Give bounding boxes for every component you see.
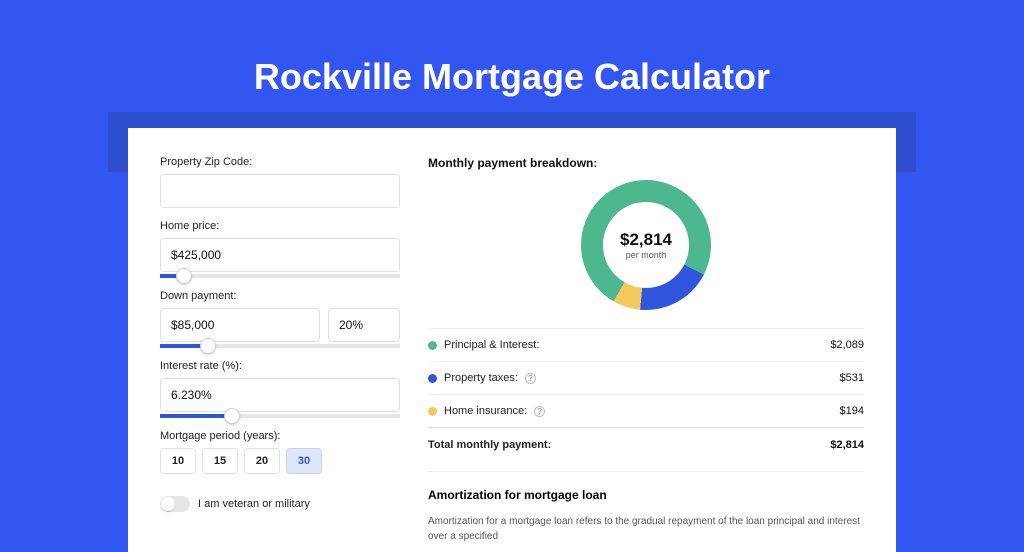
info-icon[interactable]: ? (534, 406, 545, 417)
period-option-15[interactable]: 15 (202, 448, 238, 474)
period-option-10[interactable]: 10 (160, 448, 196, 474)
total-label: Total monthly payment: (428, 439, 551, 451)
principal-label: Principal & Interest: (444, 339, 539, 351)
taxes-value: $531 (840, 372, 864, 384)
amortization-section: Amortization for mortgage loan Amortizat… (428, 471, 864, 544)
amortization-title: Amortization for mortgage loan (428, 488, 864, 502)
down-payment-label: Down payment: (160, 290, 400, 302)
taxes-label: Property taxes: (444, 372, 518, 384)
total-value: $2,814 (830, 439, 864, 451)
zip-label: Property Zip Code: (160, 156, 400, 168)
breakdown-title: Monthly payment breakdown: (428, 156, 864, 170)
insurance-value: $194 (840, 405, 864, 417)
interest-input[interactable] (160, 378, 400, 412)
interest-label: Interest rate (%): (160, 360, 400, 372)
page-title: Rockville Mortgage Calculator (0, 0, 1024, 98)
veteran-label: I am veteran or military (198, 498, 310, 510)
insurance-label: Home insurance: (444, 405, 527, 417)
down-payment-input[interactable] (160, 308, 320, 342)
inputs-panel: Property Zip Code: Home price: Down paym… (160, 156, 400, 544)
legend-dot-taxes (428, 374, 437, 383)
home-price-slider[interactable] (160, 274, 400, 278)
down-payment-slider[interactable] (160, 344, 400, 348)
down-payment-pct-input[interactable] (328, 308, 400, 342)
amortization-body: Amortization for a mortgage loan refers … (428, 514, 864, 544)
legend-dot-insurance (428, 407, 437, 416)
period-label: Mortgage period (years): (160, 430, 400, 442)
home-price-input[interactable] (160, 238, 400, 272)
veteran-toggle[interactable] (160, 496, 190, 512)
results-panel: Monthly payment breakdown: $2,814 per mo… (428, 156, 864, 544)
period-option-20[interactable]: 20 (244, 448, 280, 474)
donut-sublabel: per month (626, 250, 667, 260)
home-price-label: Home price: (160, 220, 400, 232)
calculator-card: Property Zip Code: Home price: Down paym… (128, 128, 896, 552)
legend-dot-principal (428, 341, 437, 350)
zip-input[interactable] (160, 174, 400, 208)
interest-slider[interactable] (160, 414, 400, 418)
payment-donut-chart: $2,814 per month (581, 180, 711, 310)
period-options: 10152030 (160, 448, 400, 474)
info-icon[interactable]: ? (525, 373, 536, 384)
donut-amount: $2,814 (620, 230, 672, 250)
period-option-30[interactable]: 30 (286, 448, 322, 474)
principal-value: $2,089 (830, 339, 864, 351)
